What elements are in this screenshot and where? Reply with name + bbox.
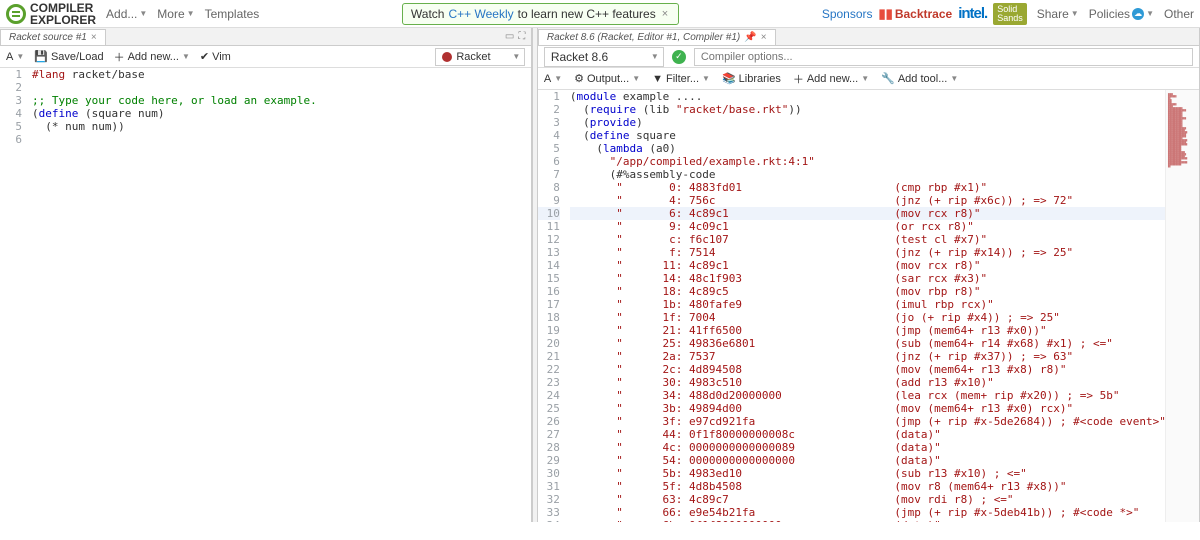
sponsor-solid-sands[interactable]: SolidSands [993, 3, 1027, 25]
close-icon[interactable]: × [91, 32, 97, 43]
sponsor-intel[interactable]: intel. [958, 5, 987, 22]
assembly-editor[interactable]: 1234567891011121314151617181920212223242… [538, 90, 1199, 522]
maximize-icon[interactable]: ⛶ [518, 31, 525, 42]
source-pane: Racket source #1 × ▭ ⛶ A▼ 💾Save/Load ＋Ad… [0, 28, 532, 522]
chevron-down-icon: ▼ [182, 52, 190, 61]
backtrace-icon: ▮▮ [879, 6, 893, 22]
compiler-tab-strip: Racket 8.6 (Racket, Editor #1, Compiler … [538, 28, 1199, 46]
libraries-button[interactable]: 📚Libraries [722, 72, 781, 85]
promo-suffix: to learn new C++ features [518, 7, 656, 21]
add-new-button[interactable]: ＋Add new...▼ [793, 71, 869, 87]
compiler-options-input[interactable] [694, 48, 1193, 66]
nav-templates[interactable]: Templates [205, 7, 260, 21]
status-ok-icon: ✓ [672, 50, 686, 64]
sponsor-backtrace[interactable]: ▮▮ Backtrace [879, 6, 953, 22]
close-icon[interactable]: × [761, 32, 767, 43]
vim-button[interactable]: ✔Vim [200, 50, 231, 63]
source-tab-label: Racket source #1 [9, 32, 87, 43]
sponsors: Sponsors ▮▮ Backtrace intel. SolidSands [822, 3, 1027, 25]
funnel-icon: ▼ [652, 73, 663, 85]
font-button[interactable]: A▼ [6, 51, 24, 63]
compiler-pane: Racket 8.6 (Racket, Editor #1, Compiler … [538, 28, 1200, 522]
nav-more[interactable]: More▼ [157, 7, 194, 21]
language-select[interactable]: Racket ▼ [435, 48, 525, 66]
chevron-down-icon: ▼ [1146, 9, 1154, 18]
compiler-tab-label: Racket 8.6 (Racket, Editor #1, Compiler … [547, 32, 740, 43]
promo-banner: Watch C++ Weekly to learn new C++ featur… [402, 3, 679, 25]
compiler-toolbar: A▼ ⚙Output...▼ ▼Filter...▼ 📚Libraries ＋A… [538, 68, 1199, 90]
save-load-button[interactable]: 💾Save/Load [34, 50, 103, 63]
nav-share[interactable]: Share▼ [1037, 7, 1079, 21]
promo-prefix: Watch [411, 7, 445, 21]
floppy-icon: 💾 [34, 50, 48, 63]
workspace: Racket source #1 × ▭ ⛶ A▼ 💾Save/Load ＋Ad… [0, 28, 1200, 522]
close-icon[interactable]: × [660, 8, 670, 20]
filter-button[interactable]: ▼Filter...▼ [652, 73, 710, 85]
nav-add[interactable]: Add...▼ [106, 7, 147, 21]
chevron-down-icon: ▼ [554, 74, 562, 83]
add-tool-button[interactable]: 🔧Add tool...▼ [881, 72, 958, 85]
chevron-down-icon: ▼ [1071, 9, 1079, 18]
wrench-icon: 🔧 [881, 72, 895, 85]
chevron-down-icon: ▼ [651, 52, 659, 61]
chevron-down-icon: ▼ [16, 52, 24, 61]
output-button[interactable]: ⚙Output...▼ [574, 72, 640, 85]
compiler-label: Racket 8.6 [551, 50, 608, 64]
gear-icon: ⚙ [574, 72, 584, 85]
book-icon: 📚 [722, 72, 736, 85]
font-button[interactable]: A▼ [544, 73, 562, 85]
chevron-down-icon: ▼ [139, 9, 147, 18]
navbar: COMPILER EXPLORER Add...▼ More▼ Template… [0, 0, 1200, 28]
plus-icon: ＋ [793, 71, 804, 87]
compiler-tab[interactable]: Racket 8.6 (Racket, Editor #1, Compiler … [538, 29, 776, 45]
nav-other[interactable]: Other [1164, 7, 1194, 21]
chevron-down-icon: ▼ [702, 74, 710, 83]
source-editor[interactable]: 123456 #lang racket/base ;; Type your co… [0, 68, 531, 522]
minimap[interactable]: ████████████████████████████████████████… [1165, 90, 1199, 522]
popout-icon[interactable]: ▭ [505, 31, 514, 42]
racket-icon [442, 52, 452, 62]
nav-policies[interactable]: Policies☁▼ [1089, 7, 1154, 21]
sponsors-label[interactable]: Sponsors [822, 7, 873, 21]
logo[interactable]: COMPILER EXPLORER [6, 2, 96, 26]
compiler-select-row: Racket 8.6 ▼ ✓ [538, 46, 1199, 68]
chevron-down-icon: ▼ [632, 74, 640, 83]
logo-icon [6, 4, 26, 24]
chevron-down-icon: ▼ [950, 74, 958, 83]
source-toolbar: A▼ 💾Save/Load ＋Add new...▼ ✔Vim Racket ▼ [0, 46, 531, 68]
logo-text-1: COMPILER [30, 2, 96, 14]
plus-icon: ＋ [114, 49, 125, 65]
language-label: Racket [456, 51, 490, 63]
compiler-select[interactable]: Racket 8.6 ▼ [544, 47, 664, 67]
chevron-down-icon: ▼ [512, 52, 520, 61]
promo-link[interactable]: C++ Weekly [448, 7, 513, 21]
chevron-down-icon: ▼ [187, 9, 195, 18]
cloud-icon: ☁ [1132, 8, 1144, 20]
source-tab[interactable]: Racket source #1 × [0, 29, 106, 45]
pin-icon[interactable]: 📌 [744, 32, 756, 43]
source-tab-strip: Racket source #1 × ▭ ⛶ [0, 28, 531, 46]
vim-icon: ✔ [200, 50, 209, 63]
chevron-down-icon: ▼ [861, 74, 869, 83]
logo-text-2: EXPLORER [30, 14, 96, 26]
add-new-button[interactable]: ＋Add new...▼ [114, 49, 190, 65]
